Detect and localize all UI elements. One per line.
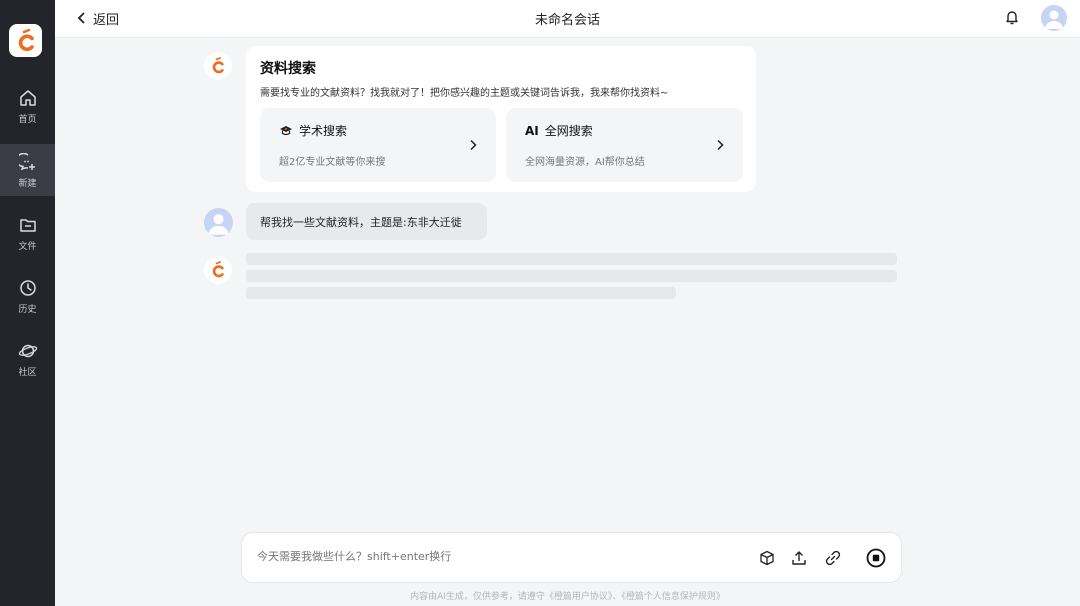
sidebar-item-history[interactable]: 历史 [0, 270, 55, 322]
sidebar: 首页 新建 文件 历史 社区 [0, 0, 55, 606]
loading-skeleton-line [246, 270, 897, 282]
web-search-option[interactable]: AI 全网搜索 全网海量资源，AI帮你总结 [506, 108, 743, 182]
card-subtitle: 需要找专业的文献资料？找我就对了！把你感兴趣的主题或关键词告诉我，我来帮你找资料… [260, 88, 669, 99]
bell-icon[interactable] [1003, 8, 1021, 26]
graduation-cap-icon [280, 125, 292, 135]
chat-input-box [241, 532, 902, 583]
sidebar-item-home[interactable]: 首页 [0, 80, 55, 132]
sidebar-item-files[interactable]: 文件 [0, 207, 55, 259]
option-description: 全网海量资源，AI帮你总结 [525, 157, 645, 168]
sidebar-item-label: 社区 [18, 367, 37, 378]
academic-search-option[interactable]: 学术搜索 超2亿专业文献等你来搜 [260, 108, 496, 182]
search-card: 资料搜索 需要找专业的文献资料？找我就对了！把你感兴趣的主题或关键词告诉我，我来… [246, 46, 756, 192]
user-avatar [204, 208, 233, 237]
stop-icon[interactable] [866, 548, 886, 568]
loading-skeleton-line [246, 253, 897, 265]
option-title: 全网搜索 [544, 124, 593, 138]
chat-input[interactable] [257, 550, 737, 563]
app-logo[interactable] [9, 24, 42, 57]
card-title: 资料搜索 [260, 61, 316, 77]
link-icon[interactable] [823, 548, 843, 568]
home-icon [18, 88, 38, 108]
page-title: 未命名会话 [534, 13, 600, 28]
planet-icon [18, 341, 38, 361]
sidebar-item-label: 文件 [18, 241, 37, 252]
avatar[interactable] [1041, 5, 1067, 31]
new-chat-icon [18, 152, 38, 172]
option-description: 超2亿专业文献等你来搜 [279, 157, 386, 168]
sidebar-item-community[interactable]: 社区 [0, 333, 55, 385]
loading-skeleton-line [246, 287, 676, 299]
top-bar: 返回 未命名会话 [55, 0, 1080, 38]
upload-icon[interactable] [789, 548, 809, 568]
file-icon [18, 215, 38, 235]
bot-avatar [204, 52, 232, 80]
disclaimer-text: 内容由AI生成，仅供参考，请遵守《橙篇用户协议》、《橙篇个人信息保护规则》 [410, 592, 725, 602]
option-title: 学术搜索 [299, 124, 348, 138]
cube-icon[interactable] [757, 548, 777, 568]
bot-avatar [204, 256, 232, 284]
sidebar-item-new[interactable]: 新建 [0, 144, 55, 196]
chevron-right-icon [470, 139, 477, 151]
sidebar-item-label: 历史 [18, 304, 37, 315]
sidebar-item-label: 首页 [18, 114, 37, 125]
chevron-right-icon [717, 139, 724, 151]
user-message: 帮我找一些文献资料，主题是:东非大迁徙 [246, 203, 487, 240]
sidebar-item-label: 新建 [18, 178, 37, 189]
history-icon [18, 278, 38, 298]
ai-icon: AI [525, 123, 539, 138]
